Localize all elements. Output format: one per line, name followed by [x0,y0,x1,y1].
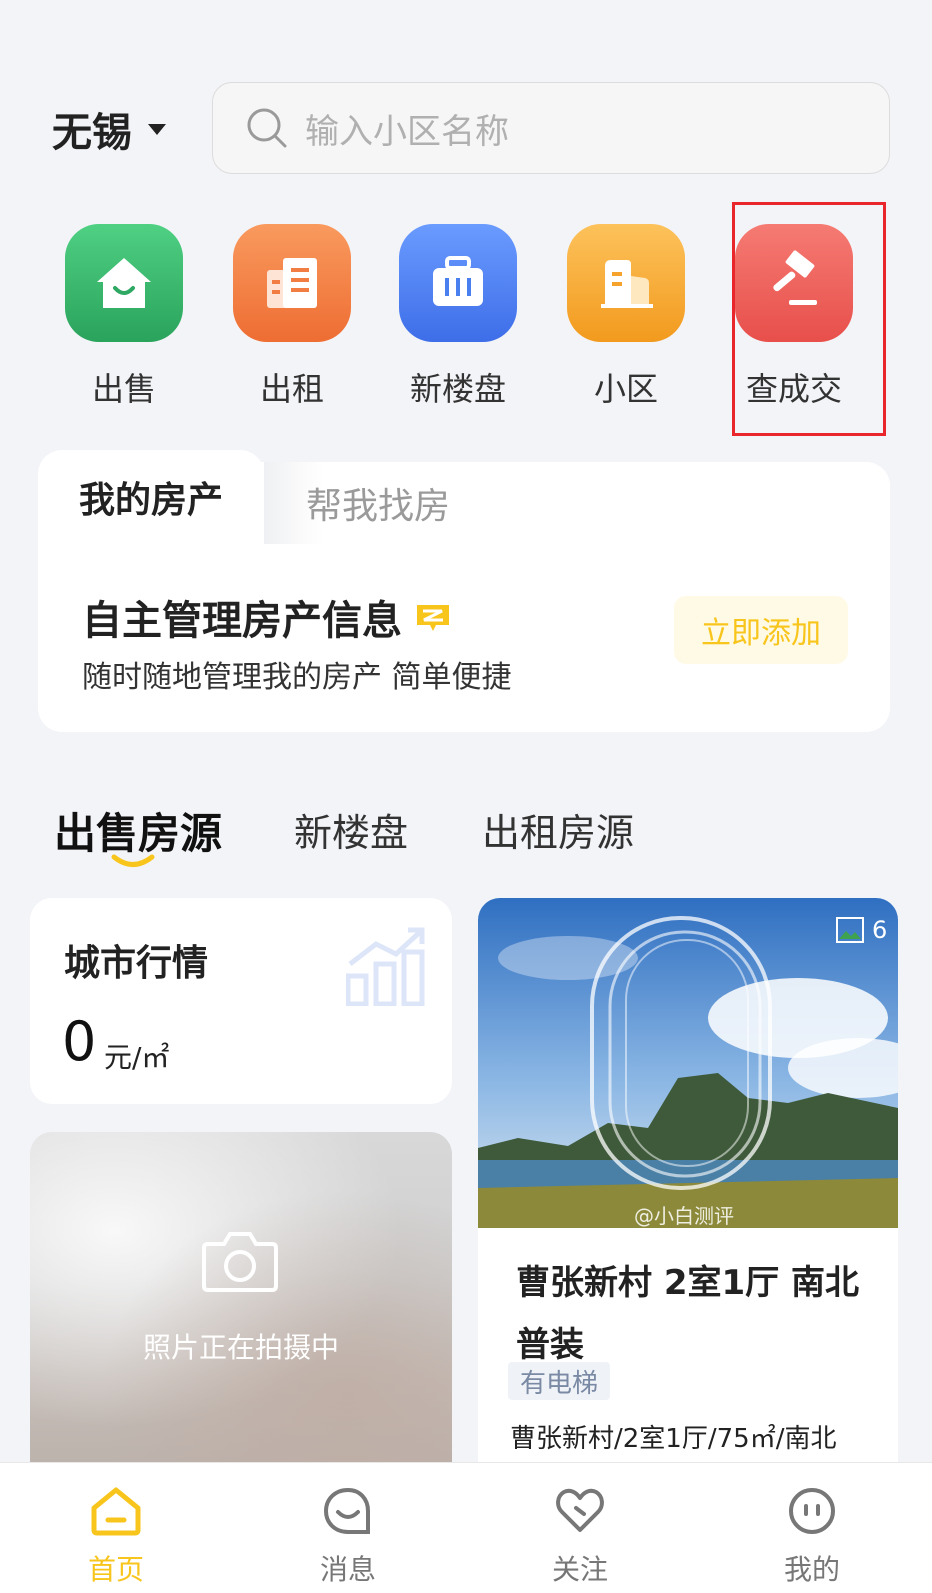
city-label: 无锡 [52,110,132,156]
search-icon [247,108,287,148]
listing-photo-placeholder[interactable] [30,1132,452,1462]
search-placeholder: 输入小区名称 [305,111,509,152]
entry-sell[interactable]: 出售 [64,224,184,410]
entry-community[interactable]: 小区 [566,224,686,410]
section-tab-for-rent[interactable]: 出租房源 [482,802,634,857]
home-icon [91,1487,141,1536]
tab-label: 帮我找房 [306,486,451,527]
tab-help-find-house[interactable]: 帮我找房 [264,462,890,544]
section-tab-new-buildings[interactable]: 新楼盘 [294,802,408,857]
entry-rent[interactable]: 出租 [232,224,352,410]
listing-title: 曹张新村 2室1厅 南北普装 [516,1263,859,1365]
search-bar[interactable]: 输入小区名称 [212,82,890,174]
image-icon [836,917,864,943]
nav-label: 我的 [783,1553,840,1586]
nav-label: 关注 [551,1553,608,1586]
property-title-text: 自主管理房产信息 [82,598,402,644]
trend-chart-icon [346,927,425,1006]
verified-badge-icon [417,605,449,631]
image-watermark: @小白测评 [634,1204,734,1228]
message-icon [323,1487,370,1534]
profile-icon [789,1488,835,1534]
property-card-title: 自主管理房产信息 [82,588,452,646]
image-count-badge: 6 [836,916,887,944]
nav-messages[interactable]: 消息 [288,1486,408,1588]
new-building-icon [399,224,517,342]
listing-description: 曹张新村/2室1厅/75㎡/南北 [510,1424,837,1454]
nav-follow[interactable]: 关注 [520,1486,640,1588]
tab-my-property[interactable]: 我的房产 [38,450,264,544]
nav-label: 首页 [87,1553,144,1586]
market-price-value: 0 [62,1010,97,1073]
entry-label: 出租 [259,370,324,408]
city-selector[interactable]: 无锡 [52,100,166,158]
nav-label: 消息 [319,1553,376,1586]
entry-new-building[interactable]: 新楼盘 [398,224,518,410]
heart-icon [556,1488,604,1532]
photo-status-text: 照片正在拍摄中 [142,1331,339,1364]
nav-home[interactable]: 首页 [56,1486,176,1588]
add-now-button[interactable]: 立即添加 [674,596,848,664]
nav-profile[interactable]: 我的 [752,1486,872,1588]
market-title: 城市行情 [64,943,209,984]
highlight-box [732,202,886,436]
house-icon [65,224,183,342]
rental-doc-icon [233,224,351,342]
entry-label: 小区 [593,370,658,408]
image-count: 6 [872,916,888,944]
active-tab-indicator [111,854,155,867]
entry-label: 新楼盘 [409,370,506,408]
entry-label: 出售 [91,370,156,408]
market-price-unit: 元/㎡ [104,1041,170,1074]
camera-icon [202,1232,278,1292]
caret-down-icon [148,123,166,135]
property-card-subtitle: 随时随地管理我的房产 简单便捷 [82,660,512,695]
elevator-tag: 有电梯 [508,1362,611,1400]
listing-photo[interactable] [478,898,898,1228]
community-building-icon [567,224,685,342]
